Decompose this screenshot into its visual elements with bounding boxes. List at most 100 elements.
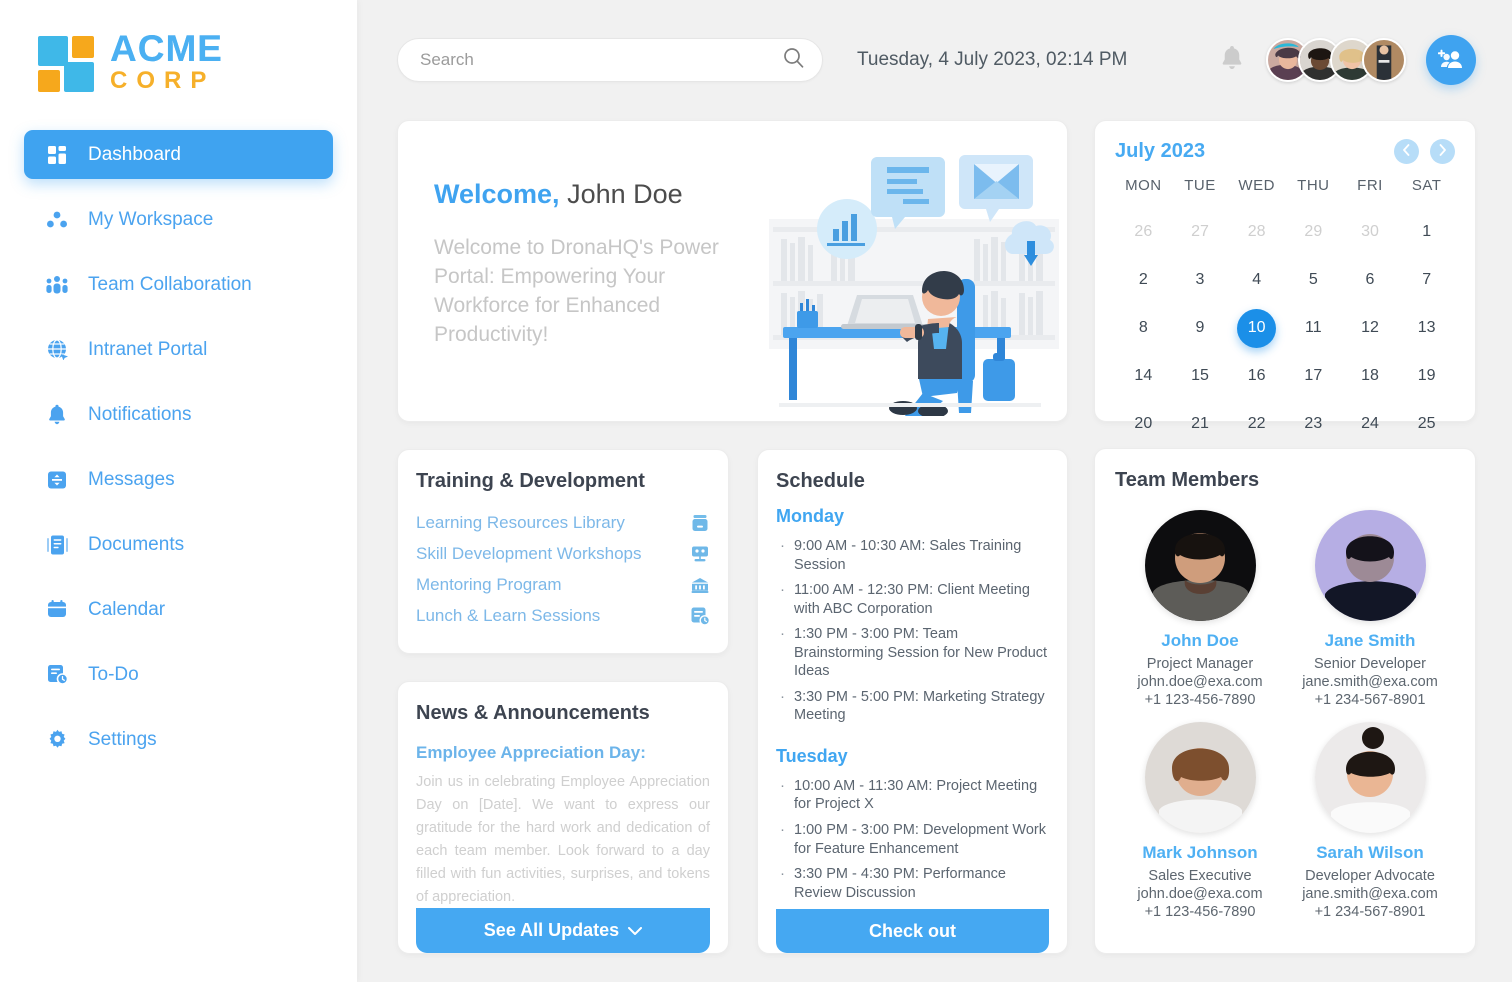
calendar-day[interactable]: 27 (1172, 208, 1229, 256)
calendar-day[interactable]: 5 (1285, 256, 1342, 304)
calendar-day[interactable]: 11 (1285, 304, 1342, 352)
schedule-event: · 3:30 PM - 5:00 PM: Marketing Strategy M… (780, 687, 1045, 724)
calendar-day[interactable]: 29 (1285, 208, 1342, 256)
sidebar-item-my-workspace[interactable]: My Workspace (24, 195, 333, 244)
team-member[interactable]: Jane Smith Senior Developer jane.smith@e… (1285, 510, 1455, 708)
calendar-dow: SAT (1411, 177, 1442, 194)
team-member[interactable]: Sarah Wilson Developer Advocate jane.smi… (1285, 722, 1455, 920)
team-member-name: Jane Smith (1324, 631, 1416, 650)
bullet-icon: · (780, 625, 785, 643)
sidebar-item-label: To-Do (88, 663, 139, 685)
calendar-day[interactable]: 16 (1228, 352, 1285, 400)
check-out-button[interactable]: Check out (776, 909, 1049, 953)
calendar-day[interactable]: 30 (1342, 208, 1399, 256)
calendar-day[interactable]: 7 (1398, 256, 1455, 304)
team-member[interactable]: John Doe Project Manager john.doe@exa.co… (1115, 510, 1285, 708)
schedule-events-monday: · 9:00 AM - 10:30 AM: Sales Training Sess… (776, 537, 1049, 732)
calendar-day[interactable]: 2 (1115, 256, 1172, 304)
team-member-email: jane.smith@exa.com (1302, 674, 1438, 690)
calendar-day[interactable]: 6 (1342, 256, 1399, 304)
calendar-day[interactable]: 18 (1342, 352, 1399, 400)
sidebar-item-calendar[interactable]: Calendar (24, 585, 333, 634)
sidebar: ACME CORP Dashboard My Workspace Team Co… (0, 0, 357, 982)
welcome-title: Welcome, John Doe (434, 179, 764, 210)
calendar-day[interactable]: 3 (1172, 256, 1229, 304)
calendar-day[interactable]: 20 (1115, 400, 1172, 448)
training-item-lunch-learn-sessions[interactable]: Lunch & Learn Sessions (416, 600, 711, 631)
calendar-dow: FRI (1357, 177, 1383, 194)
team-member-email: john.doe@exa.com (1137, 886, 1263, 902)
team-member-phone: +1 234-567-8901 (1314, 904, 1426, 920)
calendar-day[interactable]: 14 (1115, 352, 1172, 400)
calendar-prev-button[interactable] (1394, 139, 1419, 164)
sidebar-item-team-collaboration[interactable]: Team Collaboration (24, 260, 333, 309)
calendar-day[interactable]: 26 (1115, 208, 1172, 256)
search-box[interactable] (397, 38, 823, 82)
message-icon (44, 468, 70, 492)
training-item-label: Lunch & Learn Sessions (416, 605, 601, 625)
left-column: Welcome, John Doe Welcome to DronaHQ's P… (397, 120, 1068, 954)
gear-icon (44, 728, 70, 752)
add-people-button[interactable] (1426, 35, 1476, 85)
notification-bell-icon[interactable] (1220, 45, 1244, 75)
welcome-message: Welcome to DronaHQ's Power Portal: Empow… (434, 236, 719, 346)
archive-box-icon[interactable] (690, 513, 710, 533)
people-icon (44, 273, 70, 297)
calendar-day[interactable]: 1 (1398, 208, 1455, 256)
news-body: Join us in celebrating Employee Apprecia… (416, 774, 710, 905)
calendar-day-selected[interactable]: 10 (1228, 304, 1285, 352)
calendar-day[interactable]: 17 (1285, 352, 1342, 400)
training-item-learning-resources-library[interactable]: Learning Resources Library (416, 507, 710, 538)
app-root: ACME CORP Dashboard My Workspace Team Co… (0, 0, 1512, 982)
team-members-grid: John Doe Project Manager john.doe@exa.co… (1115, 510, 1455, 920)
calendar-day[interactable]: 9 (1172, 304, 1229, 352)
schedule-events-tuesday: · 10:00 AM - 11:30 AM: Project Meeting fo… (776, 777, 1049, 909)
brand-name-secondary: CORP (110, 67, 216, 94)
welcome-card: Welcome, John Doe Welcome to DronaHQ's P… (397, 120, 1068, 422)
news-headline: Employee Appreciation Day: (416, 743, 646, 762)
calendar-day[interactable]: 24 (1342, 400, 1399, 448)
training-item-mentoring-program[interactable]: Mentoring Program (416, 569, 710, 600)
search-input[interactable] (420, 50, 783, 70)
bank-icon[interactable] (690, 575, 710, 595)
calendar-day[interactable]: 22 (1228, 400, 1285, 448)
logo-squares-icon (38, 32, 100, 92)
calendar-day[interactable]: 19 (1398, 352, 1455, 400)
search-icon[interactable] (783, 47, 804, 73)
calendar-day[interactable]: 25 (1398, 400, 1455, 448)
calendar-day[interactable]: 21 (1172, 400, 1229, 448)
calendar-clock-icon[interactable] (690, 606, 711, 626)
training-list: Learning Resources Library Skill Develop… (416, 507, 711, 631)
person-at-desk-illustration (769, 131, 1059, 421)
calendar-day[interactable]: 8 (1115, 304, 1172, 352)
sidebar-item-dashboard[interactable]: Dashboard (24, 130, 333, 179)
sidebar-item-label: My Workspace (88, 208, 214, 230)
bullet-icon: · (780, 687, 785, 705)
see-all-updates-button[interactable]: See All Updates (416, 908, 710, 953)
calendar-day[interactable]: 15 (1172, 352, 1229, 400)
calendar-next-button[interactable] (1430, 139, 1455, 164)
calendar-day[interactable]: 13 (1398, 304, 1455, 352)
calendar-day[interactable]: 12 (1342, 304, 1399, 352)
brand-logo[interactable]: ACME CORP (0, 0, 357, 96)
schedule-event: · 1:00 PM - 3:00 PM: Development Work for… (780, 821, 1046, 857)
welcome-greeting: Welcome, (434, 179, 560, 209)
presentation-icon[interactable] (690, 544, 710, 564)
training-item-skill-development-workshops[interactable]: Skill Development Workshops (416, 538, 710, 569)
sidebar-item-documents[interactable]: Documents (24, 520, 333, 569)
sidebar-item-notifications[interactable]: Notifications (24, 390, 333, 439)
calendar-day[interactable]: 28 (1228, 208, 1285, 256)
avatar[interactable] (1362, 38, 1406, 82)
team-member-phone: +1 123-456-7890 (1144, 692, 1256, 708)
sidebar-item-settings[interactable]: Settings (24, 715, 333, 764)
sidebar-item-to-do[interactable]: To-Do (24, 650, 333, 699)
calendar-dow: TUE (1184, 177, 1216, 194)
team-member[interactable]: Mark Johnson Sales Executive john.doe@ex… (1115, 722, 1285, 920)
sidebar-item-intranet-portal[interactable]: Intranet Portal (24, 325, 333, 374)
sidebar-item-messages[interactable]: Messages (24, 455, 333, 504)
calendar-day[interactable]: 23 (1285, 400, 1342, 448)
document-icon (44, 533, 70, 557)
main-content: Tuesday, 4 July 2023, 02:14 PM (357, 0, 1512, 982)
calendar-day[interactable]: 4 (1228, 256, 1285, 304)
schedule-event: · 11:00 AM - 12:30 PM: Client Meeting wit… (780, 581, 1030, 617)
